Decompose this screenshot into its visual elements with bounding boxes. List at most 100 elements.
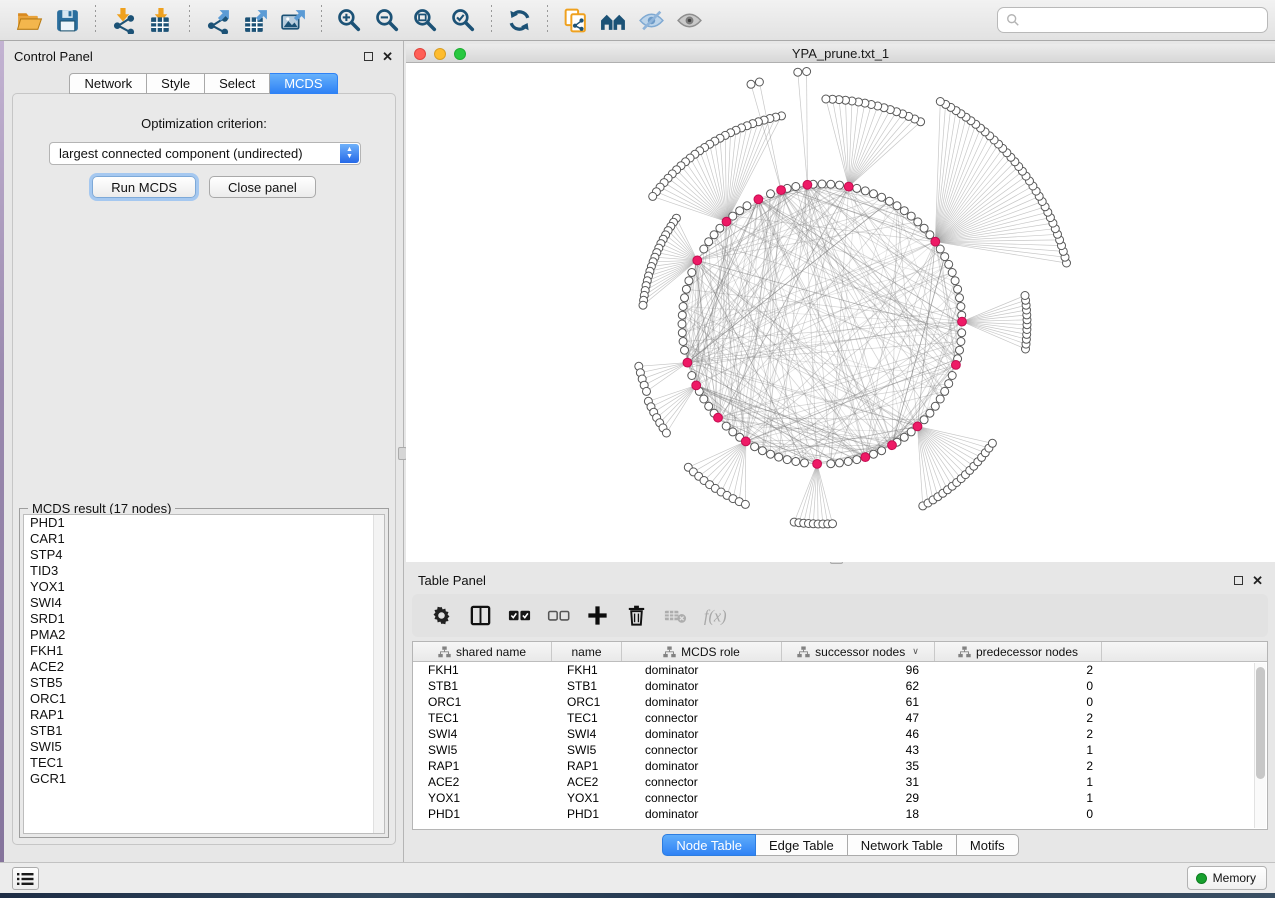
deselect-all-button[interactable] — [543, 601, 573, 631]
table-header-row: shared namenameMCDS rolesuccessor nodes∨… — [413, 642, 1267, 662]
cell-shared_name: STB1 — [413, 679, 552, 693]
mcds-result-item[interactable]: PHD1 — [24, 515, 384, 531]
export-image-button[interactable] — [274, 4, 312, 36]
zoom-selected-button[interactable] — [444, 4, 482, 36]
copy-network-button[interactable] — [556, 4, 594, 36]
delete-button[interactable] — [621, 601, 651, 631]
cell-mcds_role: dominator — [622, 807, 782, 821]
close-table-panel-icon[interactable]: ✕ — [1252, 576, 1263, 585]
table-row[interactable]: FKH1FKH1dominator962 — [413, 662, 1267, 678]
frames-list-button[interactable] — [12, 867, 39, 890]
node-table[interactable]: shared namenameMCDS rolesuccessor nodes∨… — [412, 641, 1268, 830]
mcds-result-item[interactable]: ORC1 — [24, 691, 384, 707]
table-row[interactable]: SWI5SWI5connector431 — [413, 742, 1267, 758]
import-network-button[interactable] — [104, 4, 142, 36]
cell-successor_nodes: 29 — [782, 791, 935, 805]
tab-edge-table[interactable]: Edge Table — [756, 834, 848, 856]
hide-selected-button[interactable] — [632, 4, 670, 36]
column-header-name[interactable]: name — [552, 642, 622, 661]
mcds-result-item[interactable]: CAR1 — [24, 531, 384, 547]
toolbar-separator — [182, 5, 196, 35]
columns-button[interactable] — [465, 601, 495, 631]
mcds-result-list[interactable]: PHD1CAR1STP4TID3YOX1SWI4SRD1PMA2FKH1ACE2… — [23, 514, 385, 834]
mcds-result-item[interactable]: ACE2 — [24, 659, 384, 675]
mcds-result-item[interactable]: SRD1 — [24, 611, 384, 627]
column-header-MCDS-role[interactable]: MCDS role — [622, 642, 782, 661]
mcds-result-item[interactable]: GCR1 — [24, 771, 384, 787]
float-table-panel-icon[interactable] — [1234, 576, 1243, 585]
mcds-result-item[interactable]: YOX1 — [24, 579, 384, 595]
table-row[interactable]: ORC1ORC1dominator610 — [413, 694, 1267, 710]
column-header-predecessor-nodes[interactable]: predecessor nodes — [935, 642, 1102, 661]
run-mcds-button[interactable]: Run MCDS — [92, 176, 196, 198]
table-row[interactable]: TEC1TEC1connector472 — [413, 710, 1267, 726]
mcds-result-item[interactable]: STP4 — [24, 547, 384, 563]
table-row[interactable]: PHD1PHD1dominator180 — [413, 806, 1267, 822]
cell-name: PHD1 — [552, 807, 622, 821]
network-window-titlebar[interactable]: YPA_prune.txt_1 — [406, 44, 1275, 63]
window-minimize-button[interactable] — [434, 48, 446, 60]
add-button[interactable] — [582, 601, 612, 631]
mcds-result-item[interactable]: STB1 — [24, 723, 384, 739]
tab-network-table[interactable]: Network Table — [848, 834, 957, 856]
mcds-result-item[interactable]: FKH1 — [24, 643, 384, 659]
table-row[interactable]: ACE2ACE2connector311 — [413, 774, 1267, 790]
table-row[interactable]: RAP1RAP1dominator352 — [413, 758, 1267, 774]
tab-select[interactable]: Select — [205, 73, 270, 94]
tab-network[interactable]: Network — [69, 73, 147, 94]
zoom-out-button[interactable] — [368, 4, 406, 36]
tab-style[interactable]: Style — [147, 73, 205, 94]
refresh-button[interactable] — [500, 4, 538, 36]
control-panel-title: Control Panel — [14, 49, 93, 64]
mcds-list-scrollbar[interactable] — [373, 515, 384, 833]
cell-predecessor_nodes: 2 — [935, 759, 1102, 773]
cell-mcds_role: connector — [622, 743, 782, 757]
column-header-shared-name[interactable]: shared name — [413, 642, 552, 661]
save-button[interactable] — [48, 4, 86, 36]
table-panel: Table Panel ✕ f(x) shared namenameMCDS r… — [406, 565, 1275, 862]
mcds-result-item[interactable]: SWI4 — [24, 595, 384, 611]
mcds-result-item[interactable]: SWI5 — [24, 739, 384, 755]
export-network-button[interactable] — [198, 4, 236, 36]
zoom-in-button[interactable] — [330, 4, 368, 36]
criterion-dropdown[interactable]: largest connected component (undirected)… — [49, 142, 361, 165]
table-row[interactable]: YOX1YOX1connector291 — [413, 790, 1267, 806]
column-header-successor-nodes[interactable]: successor nodes∨ — [782, 642, 935, 661]
float-panel-icon[interactable] — [364, 52, 373, 61]
zoom-fit-button[interactable] — [406, 4, 444, 36]
close-panel-icon[interactable]: ✕ — [382, 52, 393, 61]
first-neighbors-icon — [600, 7, 627, 34]
mcds-result-item[interactable]: RAP1 — [24, 707, 384, 723]
import-table-button[interactable] — [142, 4, 180, 36]
cell-name: SWI4 — [552, 727, 622, 741]
table-row[interactable]: STB1STB1dominator620 — [413, 678, 1267, 694]
search-input[interactable] — [1020, 10, 1267, 30]
search-box[interactable] — [997, 7, 1268, 33]
mcds-result-item[interactable]: TID3 — [24, 563, 384, 579]
table-scrollbar[interactable] — [1254, 663, 1266, 828]
mcds-result-item[interactable]: PMA2 — [24, 627, 384, 643]
mcds-result-item[interactable]: STB5 — [24, 675, 384, 691]
cell-name: RAP1 — [552, 759, 622, 773]
show-all-button[interactable] — [670, 4, 708, 36]
network-graph[interactable] — [406, 63, 1275, 562]
first-neighbors-button[interactable] — [594, 4, 632, 36]
cell-mcds_role: dominator — [622, 679, 782, 693]
memory-button[interactable]: Memory — [1187, 866, 1267, 890]
cell-successor_nodes: 43 — [782, 743, 935, 757]
mcds-result-item[interactable]: TEC1 — [24, 755, 384, 771]
show-all-icon — [676, 7, 703, 34]
close-panel-button[interactable]: Close panel — [209, 176, 316, 198]
table-row[interactable]: SWI4SWI4dominator462 — [413, 726, 1267, 742]
gear-button[interactable] — [426, 601, 456, 631]
open-button[interactable] — [10, 4, 48, 36]
window-close-button[interactable] — [414, 48, 426, 60]
tab-mcds[interactable]: MCDS — [270, 73, 337, 94]
window-zoom-button[interactable] — [454, 48, 466, 60]
tab-motifs[interactable]: Motifs — [957, 834, 1019, 856]
tab-node-table[interactable]: Node Table — [662, 834, 756, 856]
cell-shared_name: SWI5 — [413, 743, 552, 757]
export-table-button[interactable] — [236, 4, 274, 36]
open-icon — [16, 7, 43, 34]
select-all-button[interactable] — [504, 601, 534, 631]
